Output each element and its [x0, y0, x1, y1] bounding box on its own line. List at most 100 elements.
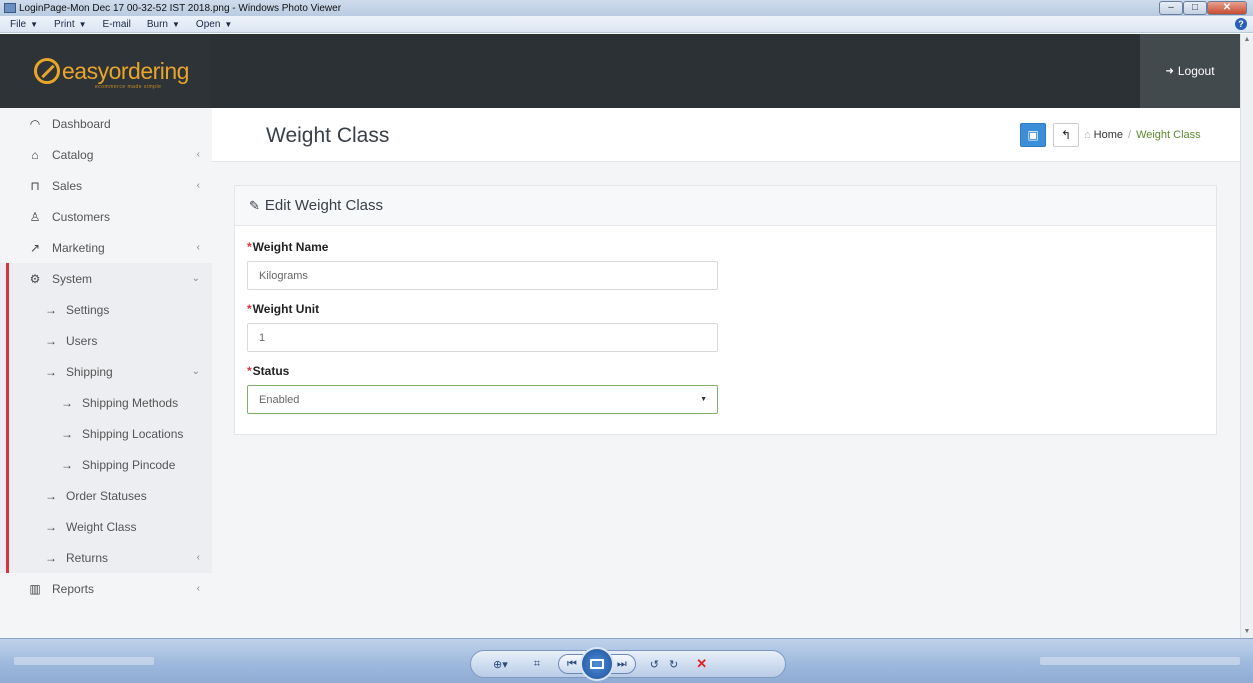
next-icon[interactable]: ⏭: [617, 658, 627, 671]
weight-unit-input[interactable]: 1: [247, 323, 718, 352]
scroll-down-icon[interactable]: ▼: [1241, 626, 1253, 638]
user-icon: ♙: [29, 209, 41, 224]
arrow-right-icon: →: [45, 333, 57, 348]
menu-file[interactable]: File ▼: [10, 19, 38, 30]
previous-icon[interactable]: ⏮: [567, 658, 577, 671]
arrow-right-icon: →: [61, 395, 73, 410]
sidebar-item-label: Customers: [52, 209, 111, 224]
sidebar-item-users[interactable]: → Users: [0, 325, 212, 356]
page-header: Weight Class ▣ ↰ ⌂ Home / Weight Class: [212, 108, 1240, 162]
weight-name-input[interactable]: Kilograms: [247, 261, 718, 290]
photo-viewer-icon: [4, 3, 16, 13]
playback-controls: ⊕▾ ⌗ ⏮ ⏭ ↺ ↻ ✕: [470, 647, 786, 681]
menu-open-label: Open: [195, 18, 221, 30]
zoom-slider[interactable]: [1040, 657, 1240, 665]
chevron-down-icon: ⌄: [191, 366, 200, 377]
sidebar-item-dashboard[interactable]: ◠ Dashboard: [0, 108, 212, 139]
sidebar-item-label: Shipping Pincode: [82, 457, 176, 472]
brand-logo[interactable]: easyordering ecommerce made simple: [0, 34, 210, 108]
sidebar-item-returns[interactable]: → Returns ‹: [0, 542, 212, 573]
status-label: *Status: [247, 364, 1216, 381]
close-window-button[interactable]: ✕: [1207, 1, 1247, 15]
chevron-down-icon: ▼: [224, 19, 233, 29]
sidebar-item-settings[interactable]: → Settings: [0, 294, 212, 325]
chevron-left-icon: ‹: [196, 583, 200, 594]
cart-icon: ⊓: [30, 178, 40, 193]
slideshow-button[interactable]: [579, 647, 614, 681]
weight-name-label: *Weight Name: [247, 240, 1216, 257]
weight-unit-label: *Weight Unit: [247, 302, 1216, 319]
rotate-counterclockwise-icon[interactable]: ↺: [650, 658, 659, 671]
top-navbar: easyordering ecommerce made simple ➜ Log…: [0, 34, 1240, 108]
sidebar-item-label: Returns: [66, 550, 109, 565]
arrow-right-icon: →: [45, 488, 57, 503]
sidebar-item-reports[interactable]: ▥ Reports ‹: [0, 573, 212, 604]
chevron-left-icon: ‹: [196, 552, 200, 563]
chevron-left-icon: ‹: [196, 180, 200, 191]
sidebar-item-shipping[interactable]: → Shipping ⌄: [0, 356, 212, 387]
sidebar-item-shipping-methods[interactable]: → Shipping Methods: [0, 387, 212, 418]
maximize-button[interactable]: □: [1183, 1, 1207, 15]
sidebar-item-catalog[interactable]: ⌂ Catalog ‹: [0, 139, 212, 170]
sidebar-item-marketing[interactable]: ↗ Marketing ‹: [0, 232, 212, 263]
sidebar-item-sales[interactable]: ⊓ Sales ‹: [0, 170, 212, 201]
sidebar-item-weight-class[interactable]: → Weight Class: [0, 511, 212, 542]
menu-email[interactable]: E-mail: [103, 19, 131, 30]
sidebar-item-label: Order Statuses: [66, 488, 147, 503]
logout-label: Logout: [1177, 64, 1215, 78]
save-button[interactable]: ▣: [1020, 123, 1046, 147]
minimize-button[interactable]: –: [1159, 1, 1183, 15]
actual-size-icon[interactable]: ⌗: [534, 658, 540, 671]
breadcrumb-current[interactable]: Weight Class: [1136, 129, 1201, 141]
sidebar-item-shipping-pincode[interactable]: → Shipping Pincode: [0, 449, 212, 480]
main-content: Weight Class ▣ ↰ ⌂ Home / Weight Class ✎ Ed…: [212, 108, 1240, 638]
tag-icon: ⌂: [31, 147, 39, 162]
status-select[interactable]: Enabled ▼: [247, 385, 718, 414]
sidebar-item-customers[interactable]: ♙ Customers: [0, 201, 212, 232]
menu-open[interactable]: Open ▼: [196, 19, 232, 30]
arrow-right-icon: →: [61, 426, 73, 441]
required-marker: *: [247, 364, 252, 378]
rotate-clockwise-icon[interactable]: ↻: [669, 658, 678, 671]
sidebar-item-system[interactable]: ⚙ System ⌄: [0, 263, 212, 294]
arrow-right-icon: →: [45, 519, 57, 534]
sidebar-item-shipping-locations[interactable]: → Shipping Locations: [0, 418, 212, 449]
breadcrumb: ⌂ Home / Weight Class: [1084, 129, 1201, 141]
sidebar-item-label: Shipping: [66, 364, 113, 379]
help-icon[interactable]: ?: [1235, 18, 1247, 30]
weight-unit-label-text: Weight Unit: [252, 302, 320, 316]
dashboard-icon: ◠: [29, 116, 41, 131]
logo-mark-icon: [34, 58, 60, 84]
sidebar-item-label: Shipping Locations: [82, 426, 184, 441]
breadcrumb-home[interactable]: Home: [1094, 129, 1123, 141]
nav-group: ⏮ ⏭: [557, 647, 636, 681]
arrow-right-icon: →: [45, 364, 57, 379]
scroll-up-icon[interactable]: ▲: [1241, 34, 1253, 46]
panel-heading: ✎ Edit Weight Class: [235, 186, 1216, 226]
menu-burn[interactable]: Burn ▼: [147, 19, 180, 30]
share-icon: ↗: [29, 240, 41, 255]
chevron-down-icon: ▼: [172, 19, 180, 29]
logout-button[interactable]: ➜ Logout: [1140, 34, 1240, 108]
vertical-scrollbar[interactable]: ▲ ▼: [1240, 34, 1253, 638]
chevron-left-icon: ‹: [196, 149, 200, 160]
edit-weight-class-panel: ✎ Edit Weight Class *Weight Name Kilogra…: [234, 185, 1217, 435]
sidebar-item-label: Sales: [52, 178, 83, 193]
viewer-controls-bar: ⊕▾ ⌗ ⏮ ⏭ ↺ ↻ ✕: [0, 638, 1253, 683]
brand-tagline: ecommerce made simple: [95, 84, 162, 90]
status-select-value: Enabled: [259, 393, 300, 406]
menu-print[interactable]: Print ▼: [54, 19, 86, 30]
required-marker: *: [247, 302, 252, 316]
back-button[interactable]: ↰: [1053, 123, 1079, 147]
weight-class-form: *Weight Name Kilograms *Weight Unit 1 *S…: [235, 226, 1216, 414]
viewer-menubar: File ▼ Print ▼ E-mail Burn ▼ Open ▼ ?: [0, 16, 1253, 33]
sidebar-item-label: Catalog: [52, 147, 94, 162]
delete-icon[interactable]: ✕: [696, 656, 707, 672]
sidebar: ◠ Dashboard ⌂ Catalog ‹ ⊓ Sales ‹ ♙ Cust…: [0, 108, 212, 638]
sidebar-item-label: Dashboard: [52, 116, 111, 131]
zoom-icon[interactable]: ⊕▾: [493, 658, 508, 671]
arrow-right-icon: →: [45, 302, 57, 317]
sidebar-item-order-statuses[interactable]: → Order Statuses: [0, 480, 212, 511]
chevron-left-icon: ‹: [196, 242, 200, 253]
sidebar-item-label: Reports: [52, 581, 95, 596]
